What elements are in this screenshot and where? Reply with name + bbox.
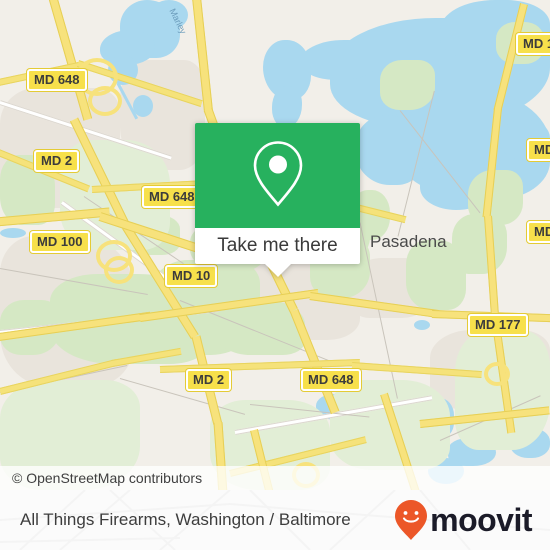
take-me-there-button[interactable]: Take me there — [195, 228, 360, 277]
moovit-pin-smile-icon — [395, 500, 428, 540]
map-water-body — [414, 320, 430, 330]
osm-attribution-text[interactable]: © OpenStreetMap contributors — [0, 470, 202, 486]
map-interchange-loop — [88, 86, 122, 116]
page-title: All Things Firearms, Washington / Baltim… — [20, 510, 351, 529]
map-road-shield: MD 10 — [165, 265, 218, 287]
moovit-wordmark: moovit — [430, 501, 532, 538]
map-road-shield: MD — [527, 221, 550, 243]
map-park-area — [468, 170, 523, 225]
map-water-body — [0, 228, 26, 238]
map-road-shield: MD 17 — [516, 33, 550, 55]
map-pin-icon — [251, 138, 305, 213]
map-road-shield: MD 2 — [186, 369, 232, 391]
map-place-label-pasadena: Pasadena — [370, 232, 447, 251]
map-water-body — [133, 95, 153, 117]
map-water-body — [300, 40, 380, 80]
map-interchange-loop — [104, 256, 134, 284]
map-road-shield: MD 177 — [468, 314, 528, 336]
location-callout-card[interactable]: Take me there — [195, 123, 360, 277]
map-attribution-bar: © OpenStreetMap contributors — [0, 466, 550, 490]
callout-pointer — [264, 264, 291, 277]
map-road-shield: MD 648 — [142, 186, 202, 208]
map-screenshot: Marley Pasadena MD 648 MD 2 MD 648 MD 10… — [0, 0, 550, 550]
map-road-shield: MD — [527, 139, 550, 161]
moovit-logo[interactable]: moovit — [394, 499, 532, 541]
map-interchange-loop — [484, 362, 510, 386]
map-canvas[interactable]: Marley Pasadena MD 648 MD 2 MD 648 MD 10… — [0, 0, 550, 490]
map-road-shield: MD 2 — [34, 150, 80, 172]
bottom-info-bar: All Things Firearms, Washington / Baltim… — [0, 490, 550, 550]
take-me-there-label: Take me there — [217, 235, 338, 256]
map-park-area — [380, 60, 435, 110]
map-road-shield: MD 648 — [27, 69, 87, 91]
callout-header — [195, 123, 360, 228]
map-road-shield: MD 648 — [301, 369, 361, 391]
map-road-shield: MD 100 — [30, 231, 90, 253]
